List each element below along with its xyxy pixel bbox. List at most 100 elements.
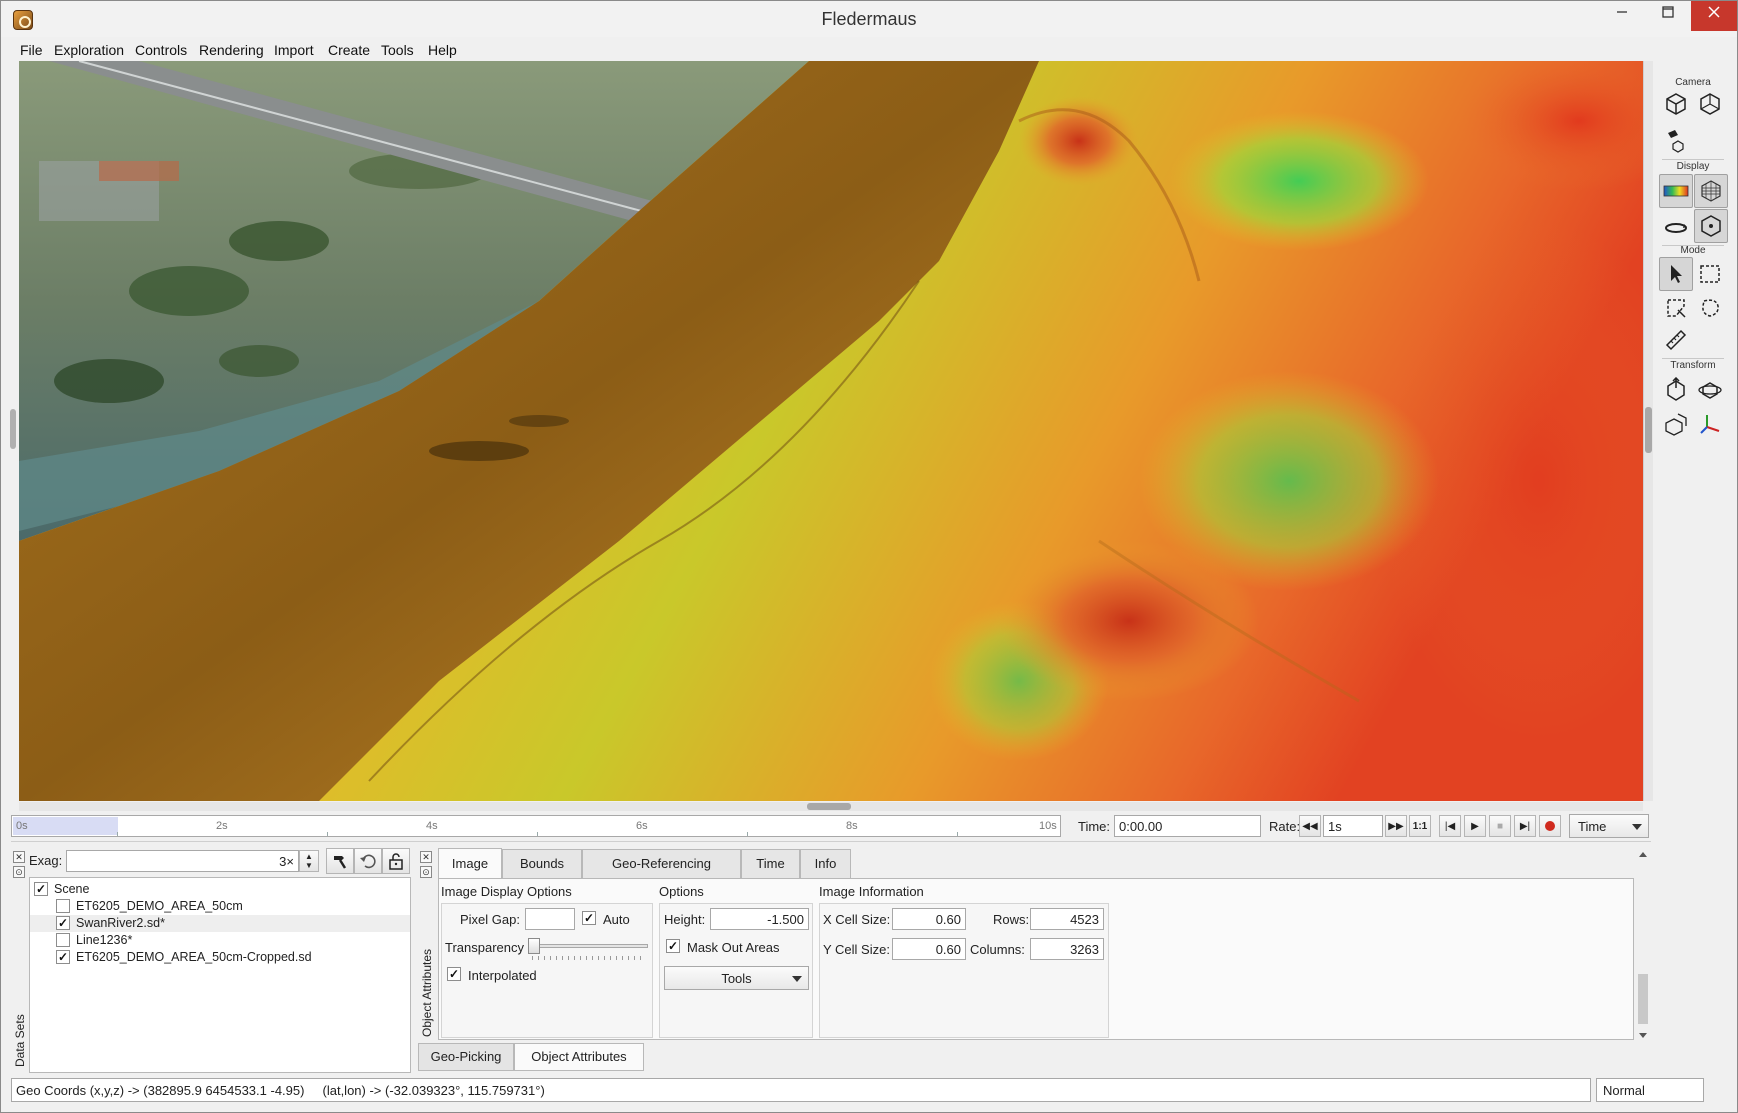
group-label-camera: Camera [1675,77,1711,88]
options-title: Options [659,884,704,899]
skip-start-button[interactable]: |◀ [1439,815,1461,837]
tab-geo-referencing[interactable]: Geo-Referencing [582,849,741,879]
display-colormap-button[interactable] [1659,174,1693,208]
exag-spinner[interactable]: ▲ ▼ [299,850,319,872]
tree-item-scene[interactable]: ✓ Scene [30,881,410,898]
play-button[interactable]: ▶ [1464,815,1486,837]
menu-rendering[interactable]: Rendering [199,42,264,58]
viewport-horizontal-scrollbar[interactable] [19,802,1643,811]
group-label-transform: Transform [1670,360,1716,371]
attributes-close-button[interactable]: ✕ [420,851,432,863]
mode-select-button[interactable] [1659,257,1693,291]
datasets-close-button[interactable]: ✕ [13,851,25,863]
attributes-scrollbar[interactable] [1637,849,1649,1041]
transform-move-button[interactable] [1661,375,1691,405]
tab-info[interactable]: Info [800,849,851,879]
tree-item-dataset-selected[interactable]: ✓ SwanRiver2.sd* [30,915,410,932]
pixel-gap-input[interactable] [525,908,575,930]
close-button[interactable] [1691,1,1737,31]
camera-orbit-button[interactable] [1661,89,1691,119]
menu-help[interactable]: Help [428,42,457,58]
camera-target-button[interactable] [1661,125,1691,155]
transform-axes-button[interactable] [1695,409,1725,439]
maximize-button[interactable] [1645,1,1691,31]
minimize-button[interactable] [1599,1,1645,31]
cube-outline-icon [1700,93,1720,115]
attributes-float-button[interactable]: ⊙ [420,866,432,878]
3d-scene-viewport[interactable] [19,61,1643,801]
stop-button[interactable]: ■ [1489,815,1511,837]
mode-lasso-select-button[interactable] [1695,293,1725,323]
pointer-arrow-icon [1671,265,1682,283]
scrollbar-thumb[interactable] [807,803,851,810]
transparency-slider-track[interactable] [528,944,648,948]
mode-rect-select-button[interactable] [1695,259,1725,289]
pixel-gap-label: Pixel Gap: [460,912,520,927]
display-bounding-box-button[interactable] [1694,209,1728,243]
tree-item-dataset[interactable]: ET6205_DEMO_AREA_50cm [30,898,410,915]
exag-reset-button[interactable] [354,848,382,874]
splitter-grip[interactable] [10,409,16,449]
display-spin-button[interactable] [1661,213,1691,243]
menu-file[interactable]: File [20,42,43,58]
record-button[interactable] [1539,815,1561,837]
rate-slower-button[interactable]: ◀◀ [1299,815,1321,837]
spinner-arrows-icon: ▲ ▼ [305,852,313,870]
mode-measure-button[interactable] [1661,325,1691,355]
camera-fly-button[interactable] [1695,89,1725,119]
dataset-tree: ✓ Scene ET6205_DEMO_AREA_50cm ✓ SwanRive… [29,877,411,1073]
tab-bounds[interactable]: Bounds [502,849,582,879]
interpolated-checkbox[interactable]: ✓ [447,967,461,981]
datasets-float-button[interactable]: ⊙ [13,866,25,878]
menu-create[interactable]: Create [328,42,370,58]
attributes-panel-label: Object Attributes [420,948,434,1037]
tools-dropdown[interactable]: Tools [664,966,809,990]
rate-reset-button[interactable]: 1:1 [1409,815,1431,837]
tab-image[interactable]: Image [438,848,502,879]
time-input[interactable]: 0:00.00 [1114,815,1261,837]
display-wireframe-button[interactable] [1694,174,1728,208]
dataset-checkbox[interactable]: ✓ [56,916,70,930]
transform-rotate-button[interactable] [1695,375,1725,405]
tree-item-dataset[interactable]: ✓ ET6205_DEMO_AREA_50cm-Cropped.sd [30,949,410,966]
scene-checkbox[interactable]: ✓ [34,882,48,896]
auto-checkbox[interactable]: ✓ [582,911,596,925]
x-cell-size-label: X Cell Size: [823,912,891,927]
rate-input[interactable]: 1s [1323,815,1383,837]
tree-item-dataset[interactable]: Line1236* [30,932,410,949]
colormap-icon [1663,185,1689,197]
tree-item-label: SwanRiver2.sd* [76,916,165,930]
dataset-checkbox[interactable]: ✓ [56,950,70,964]
timeline-mode-select[interactable]: Time [1569,814,1649,838]
rate-faster-button[interactable]: ▶▶ [1385,815,1407,837]
tab-object-attributes[interactable]: Object Attributes [514,1043,644,1071]
exag-lock-button[interactable] [382,848,410,874]
dataset-checkbox[interactable] [56,933,70,947]
image-tab-page: Image Display Options Pixel Gap: ✓ Auto … [438,878,1634,1040]
tab-time[interactable]: Time [741,849,800,879]
height-input[interactable]: -1.500 [710,908,809,930]
menu-controls[interactable]: Controls [135,42,187,58]
toolbar-separator [1662,358,1724,359]
menu-tools[interactable]: Tools [381,42,414,58]
left-splitter[interactable] [9,61,17,801]
skip-end-button[interactable]: ▶| [1514,815,1536,837]
menu-import[interactable]: Import [274,42,314,58]
panel-divider[interactable] [11,841,1651,842]
exag-input[interactable]: 3× [66,850,299,872]
menu-exploration[interactable]: Exploration [54,42,124,58]
transparency-slider-thumb[interactable] [528,938,540,954]
scrollbar-thumb[interactable] [1645,407,1652,453]
transform-scale-button[interactable] [1661,409,1691,439]
rotate-cube-icon [1698,382,1722,399]
mask-out-areas-checkbox[interactable]: ✓ [666,939,680,953]
options-group: Height: -1.500 ✓ Mask Out Areas Tools [659,903,813,1038]
mode-poly-select-button[interactable] [1661,293,1691,323]
dataset-checkbox[interactable] [56,899,70,913]
rotate-arrows-icon [1665,223,1687,233]
tab-geo-picking[interactable]: Geo-Picking [418,1043,514,1071]
exag-tool-button[interactable] [326,848,354,874]
viewport-vertical-scrollbar[interactable] [1643,61,1653,801]
right-toolbar: Camera Display Mode Transform [1656,61,1730,801]
animation-timeline[interactable]: 0s 2s 4s 6s 8s 10s [11,815,1061,837]
